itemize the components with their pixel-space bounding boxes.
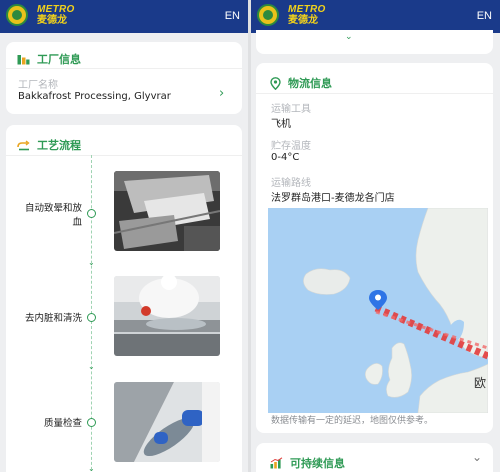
collapse-chevron-icon[interactable]: ⌄ xyxy=(345,32,353,42)
logo-chinese-text: 麦德龙 xyxy=(37,14,67,26)
app-header: METRO 麦德龙 EN xyxy=(0,0,248,33)
bar-chart-icon xyxy=(270,457,283,469)
language-toggle[interactable]: EN xyxy=(477,10,492,22)
logo-badge-icon xyxy=(257,4,279,26)
sustainability-title: 可持续信息 xyxy=(270,455,345,471)
factory-info-title: 工厂信息 xyxy=(17,51,81,67)
metro-logo: METRO 麦德龙 xyxy=(257,4,326,26)
map-disclaimer: 数据传输有一定的延迟，地图仅供参考。 xyxy=(271,416,434,426)
step-label: 自动致晕和放血 xyxy=(24,203,82,228)
temperature-value: 0-4°C xyxy=(271,152,300,163)
step-label: 质量检查 xyxy=(43,418,82,429)
route-value: 法罗群岛港口-麦德龙各门店 xyxy=(271,193,395,204)
logo-badge-icon xyxy=(6,4,28,26)
transport-value: 飞机 xyxy=(271,119,291,130)
process-icon xyxy=(17,139,30,151)
map-continent-label: 欧 xyxy=(474,376,487,390)
step-dot xyxy=(87,418,96,427)
step-photo-gutting xyxy=(114,276,220,356)
left-screen: METRO 麦德龙 EN 工厂信息 工厂名称 Bakkafrost Proces… xyxy=(0,0,248,472)
factory-name-label: 工厂名称 xyxy=(18,80,58,91)
factory-name-value: Bakkafrost Processing, Glyvrar xyxy=(18,91,171,102)
app-header: METRO 麦德龙 EN xyxy=(251,0,500,33)
temperature-label: 贮存温度 xyxy=(271,141,311,152)
factory-icon xyxy=(17,53,30,65)
logo-metro-text: METRO xyxy=(37,3,75,15)
step-photo-inspection xyxy=(114,382,220,462)
timeline-chevron-down-icon: ⌄ xyxy=(88,464,95,472)
previous-card-bottom xyxy=(256,30,493,54)
logo-chinese-text: 麦德龙 xyxy=(288,14,318,26)
route-map[interactable]: 欧 xyxy=(268,208,488,413)
location-pin-icon xyxy=(270,76,281,90)
route-label: 运输路线 xyxy=(271,178,311,189)
logo-metro-text: METRO xyxy=(288,3,326,15)
step-label: 去内脏和清洗 xyxy=(24,313,82,324)
process-title: 工艺流程 xyxy=(17,137,81,153)
sustainability-expand-chevron-icon[interactable]: ⌄ xyxy=(472,450,482,464)
step-dot xyxy=(87,209,96,218)
logistics-title: 物流信息 xyxy=(270,75,332,91)
timeline-chevron-down-icon: ⌄ xyxy=(88,258,95,267)
step-dot xyxy=(87,313,96,322)
step-photo-stunning xyxy=(114,171,220,251)
metro-logo: METRO 麦德龙 xyxy=(6,4,75,26)
transport-label: 运输工具 xyxy=(271,104,311,115)
timeline-chevron-down-icon: ⌄ xyxy=(88,362,95,371)
factory-chevron-right-icon[interactable]: › xyxy=(219,86,224,101)
language-toggle[interactable]: EN xyxy=(225,10,240,22)
